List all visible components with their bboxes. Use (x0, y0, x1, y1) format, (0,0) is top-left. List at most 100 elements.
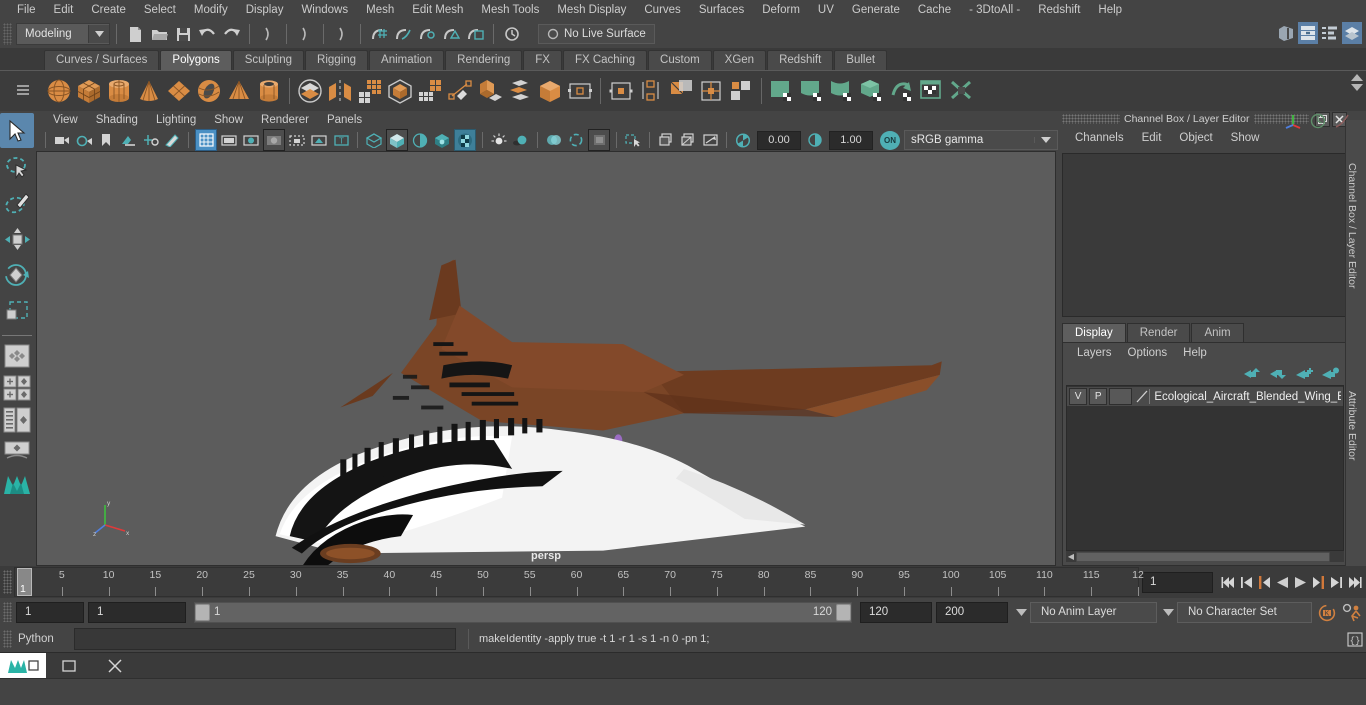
menu-item-edit[interactable]: Edit (45, 0, 83, 20)
menu-item-uv[interactable]: UV (809, 0, 843, 20)
grease-pencil-icon[interactable] (162, 130, 182, 150)
move-tool[interactable] (0, 221, 34, 256)
select-by-component-icon[interactable] (331, 23, 353, 45)
boolean-icon[interactable] (385, 75, 415, 107)
command-language-label[interactable]: Python (18, 633, 74, 645)
menu-item-create[interactable]: Create (82, 0, 135, 20)
channel-speed-icon[interactable] (1310, 113, 1326, 129)
menu-item-display[interactable]: Display (237, 0, 293, 20)
auto-keyframe-icon[interactable]: K (1314, 601, 1340, 623)
shelf-tab-animation[interactable]: Animation (369, 50, 445, 70)
poly-pipe-icon[interactable] (254, 75, 284, 107)
uv-spherical-icon[interactable] (827, 75, 857, 107)
animation-preferences-icon[interactable] (1340, 601, 1366, 623)
new-scene-icon[interactable] (124, 23, 146, 45)
minimize-icon[interactable] (46, 653, 92, 679)
2d-pan-zoom-icon[interactable] (140, 130, 160, 150)
shelf-tab-redshift[interactable]: Redshift (767, 50, 834, 70)
channel-menu-edit[interactable]: Edit (1133, 132, 1171, 144)
shelf-tab-custom[interactable]: Custom (648, 50, 712, 70)
paint-select-tool[interactable] (0, 185, 34, 220)
attribute-editor-icon[interactable] (1298, 22, 1318, 44)
poly-pyramid-icon[interactable] (224, 75, 254, 107)
select-camera-icon[interactable] (52, 130, 72, 150)
channel-menu-object[interactable]: Object (1170, 132, 1221, 144)
texture-label-icon[interactable]: T (331, 130, 351, 150)
channel-box-icon[interactable] (1342, 22, 1362, 44)
snap-to-grid-icon[interactable] (368, 23, 390, 45)
close-icon[interactable] (92, 653, 138, 679)
time-slider-track[interactable]: 1 5 10 15 20 25 30 35 40 45 50 55 60 65 70 75 80 85 90 95 1… (14, 567, 1144, 597)
gamma-field[interactable]: 1.00 (829, 130, 873, 150)
screen-space-ao-icon[interactable] (544, 130, 564, 150)
menu-item-redshift[interactable]: Redshift (1029, 0, 1089, 20)
layer-tab-render[interactable]: Render (1126, 323, 1191, 342)
shelf-scroll-arrows[interactable] (1350, 73, 1364, 92)
anim-end-field[interactable]: 200 (936, 601, 1008, 623)
layer-menu-layers[interactable]: Layers (1069, 347, 1120, 359)
range-start-handle[interactable] (195, 603, 210, 621)
lasso-select-tool[interactable] (0, 149, 34, 184)
playback-range-bar[interactable]: 1 120 (194, 601, 852, 623)
scroll-left-icon[interactable]: ◀ (1066, 552, 1076, 561)
extrude-icon[interactable] (475, 75, 505, 107)
menu-item-modify[interactable]: Modify (185, 0, 237, 20)
snap-to-view-plane-icon[interactable] (464, 23, 486, 45)
menu-item-windows[interactable]: Windows (292, 0, 357, 20)
transfer-attributes-icon[interactable] (636, 75, 666, 107)
viewport-menu-show[interactable]: Show (205, 114, 252, 126)
select-tool[interactable] (0, 113, 34, 148)
script-editor-icon[interactable]: {} (1344, 629, 1366, 649)
channel-box-list[interactable] (1062, 153, 1348, 317)
construction-history-icon[interactable] (501, 23, 523, 45)
separate-icon[interactable] (325, 75, 355, 107)
new-layer-from-selected-icon[interactable] (1322, 367, 1339, 380)
menu-item-surfaces[interactable]: Surfaces (690, 0, 753, 20)
menu-set-selector[interactable]: Modeling (16, 23, 110, 45)
maya-app-icon[interactable] (0, 653, 46, 679)
channel-menu-channels[interactable]: Channels (1066, 132, 1133, 144)
shelf-tab-polygons[interactable]: Polygons (160, 50, 232, 70)
scale-tool[interactable] (0, 293, 34, 328)
poly-torus-icon[interactable] (194, 75, 224, 107)
chevron-down-icon[interactable] (88, 25, 109, 43)
shelf-tab-curves-surfaces[interactable]: Curves / Surfaces (44, 50, 160, 70)
viewport-menu-lighting[interactable]: Lighting (147, 114, 205, 126)
menu-item-help[interactable]: Help (1089, 0, 1131, 20)
move-layer-up-icon[interactable] (1244, 367, 1261, 380)
step-back-frame-icon[interactable] (1238, 572, 1255, 592)
uv-layout-icon[interactable] (726, 75, 756, 107)
shelf-tab-fx-caching[interactable]: FX Caching (562, 50, 648, 70)
viewport-canvas[interactable]: y x z persp (36, 151, 1056, 566)
resolution-gate-icon[interactable] (241, 130, 261, 150)
shelf-tab-bullet[interactable]: Bullet (834, 50, 888, 70)
undo-icon[interactable] (196, 23, 218, 45)
menu-item-deform[interactable]: Deform (753, 0, 809, 20)
range-end-handle[interactable] (836, 603, 851, 621)
smooth-shade-icon[interactable] (386, 129, 408, 151)
range-end-field[interactable]: 120 (860, 601, 932, 623)
layer-name[interactable]: Ecological_Aircraft_Blended_Wing_Bo (1150, 391, 1341, 403)
layer-tab-display[interactable]: Display (1062, 323, 1126, 342)
channel-menu-show[interactable]: Show (1222, 132, 1269, 144)
layer-color-swatch-icon[interactable] (1135, 389, 1148, 404)
go-to-start-icon[interactable] (1220, 572, 1237, 592)
step-forward-key-icon[interactable] (1310, 572, 1327, 592)
grid-toggle-icon[interactable] (195, 129, 217, 151)
poly-cube-icon[interactable] (74, 75, 104, 107)
step-back-key-icon[interactable] (1256, 572, 1273, 592)
menu-item-file[interactable]: File (8, 0, 45, 20)
snap-to-projected-center-icon[interactable] (440, 23, 462, 45)
go-to-end-icon[interactable] (1346, 572, 1363, 592)
textured-icon[interactable] (454, 129, 476, 151)
uv-automatic-icon[interactable] (767, 75, 797, 107)
uv-optimize-icon[interactable] (947, 75, 977, 107)
time-slider-playhead[interactable]: 1 (17, 568, 32, 596)
viewport-menu-view[interactable]: View (44, 114, 87, 126)
shelf-options-icon[interactable] (14, 81, 32, 99)
menu-item-curves[interactable]: Curves (635, 0, 689, 20)
four-view-layout-icon[interactable] (0, 373, 34, 403)
select-by-object-icon[interactable] (294, 23, 316, 45)
menu-item-mesh-display[interactable]: Mesh Display (548, 0, 635, 20)
shelf-tab-rigging[interactable]: Rigging (305, 50, 369, 70)
